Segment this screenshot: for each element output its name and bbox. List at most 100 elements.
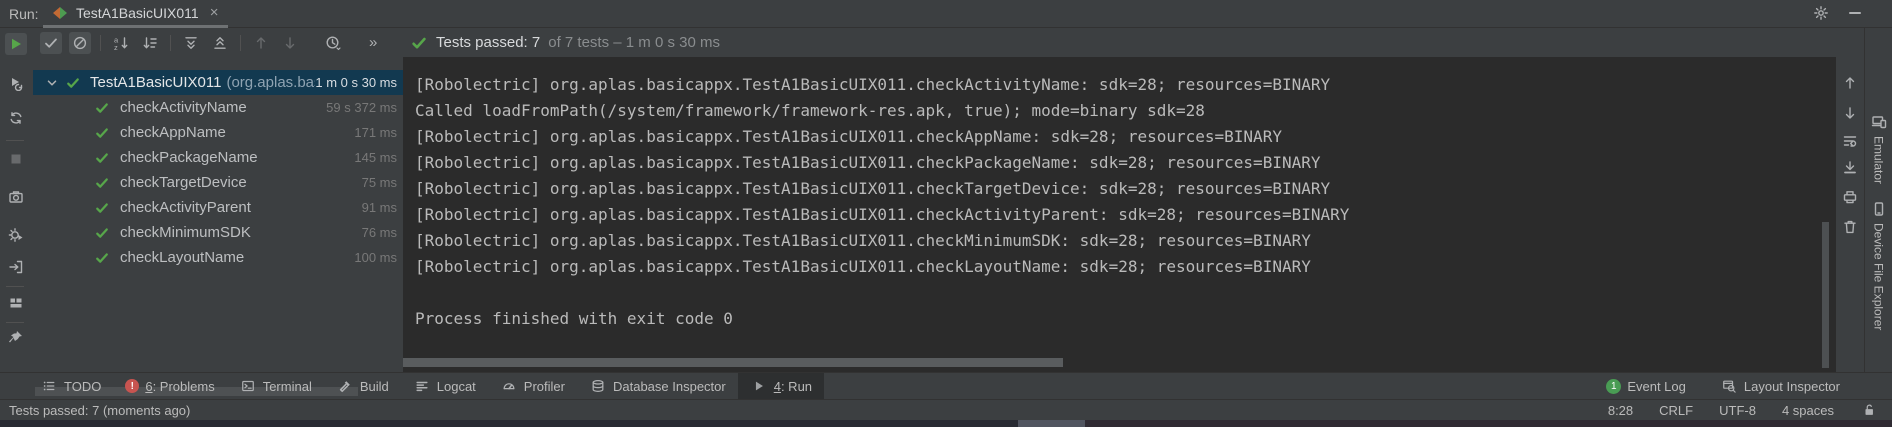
rerun-failed-tests-button[interactable] [5, 72, 27, 94]
test-history-button[interactable] [322, 32, 344, 54]
sort-by-duration-button[interactable] [139, 32, 161, 54]
file-encoding[interactable]: UTF-8 [1719, 403, 1756, 418]
tool-window-button-build[interactable]: Build [324, 373, 401, 399]
test-row[interactable]: checkActivityName 59 s 372 ms [33, 95, 403, 120]
attach-profiler-button[interactable] [5, 224, 27, 246]
run-main: az » Tests passed: 7 of 7 tests – 1 m 0 … [0, 28, 1892, 372]
layout-inspector-icon [1720, 377, 1738, 395]
tool-window-button-todo[interactable]: TODO [28, 373, 113, 399]
test-row[interactable]: checkLayoutName 100 ms [33, 245, 403, 270]
test-passed-icon [93, 124, 111, 142]
tool-window-button-problems[interactable]: ! 6: Problems [113, 373, 226, 399]
rerun-failed-icon [7, 74, 25, 92]
console-vertical-scrollbar[interactable] [1822, 222, 1829, 368]
os-taskbar-edge [0, 420, 1892, 427]
tab-close-icon[interactable]: × [210, 5, 219, 20]
expand-all-button[interactable] [180, 32, 202, 54]
test-row[interactable]: checkPackageName 145 ms [33, 145, 403, 170]
test-duration: 76 ms [362, 225, 403, 240]
expand-all-icon [182, 34, 200, 52]
run-header: Run: TestA1BasicUIX011 × [0, 0, 1892, 28]
profiler-icon [500, 377, 518, 395]
bottom-bar-items: TODO ! 6: Problems Terminal Build Logcat [28, 373, 824, 399]
soft-wrap-icon[interactable] [1841, 132, 1859, 150]
problems-error-icon: ! [125, 379, 139, 393]
run-icon [750, 377, 768, 395]
tab-title: TestA1BasicUIX011 [76, 5, 199, 21]
chevron-down-icon[interactable] [43, 74, 61, 92]
event-log-button[interactable]: 1 Event Log [1594, 379, 1698, 394]
run-tool-window: Run: TestA1BasicUIX011 × az [0, 0, 1892, 427]
tool-strip-emulator[interactable]: Emulator [1865, 113, 1892, 184]
toggle-auto-test-button[interactable] [5, 107, 27, 129]
console-output[interactable]: [Robolectric] org.aplas.basicappx.TestA1… [415, 72, 1349, 332]
caret-position[interactable]: 8:28 [1608, 403, 1633, 418]
build-icon [336, 377, 354, 395]
line-ending[interactable]: CRLF [1659, 403, 1693, 418]
test-passed-icon [93, 149, 111, 167]
test-toolbar: az » [37, 28, 403, 57]
indent-setting[interactable]: 4 spaces [1782, 403, 1834, 418]
collapse-all-button[interactable] [209, 32, 231, 54]
device-icon [1870, 200, 1888, 218]
clock-icon [324, 34, 342, 52]
scroll-down-icon[interactable] [1841, 104, 1859, 122]
clear-all-icon[interactable] [1841, 218, 1859, 236]
tool-window-button-logcat[interactable]: Logcat [401, 373, 488, 399]
console-horizontal-scrollbar[interactable] [403, 358, 1063, 367]
tool-strip-device-file-explorer[interactable]: Device File Explorer [1865, 200, 1892, 330]
test-passed-icon [93, 249, 111, 267]
show-ignored-toggle[interactable] [69, 32, 91, 54]
test-duration: 171 ms [354, 125, 403, 140]
test-row[interactable]: checkMinimumSDK 76 ms [33, 220, 403, 245]
tab-test-run[interactable]: TestA1BasicUIX011 × [43, 0, 228, 28]
root-test-package: (org.aplas.basi [226, 74, 315, 91]
next-failed-test-button[interactable] [279, 32, 301, 54]
test-name: checkTargetDevice [120, 174, 247, 191]
hide-window-icon[interactable] [1846, 4, 1864, 22]
summary-strong: Tests passed: 7 [436, 34, 540, 51]
tool-window-button-databaseinspector[interactable]: Database Inspector [577, 373, 738, 399]
screenshot-button[interactable] [5, 186, 27, 208]
import-tests-button[interactable] [5, 256, 27, 278]
tool-window-button-run[interactable]: 4: Run [738, 373, 824, 399]
sort-alphabetically-button[interactable]: az [110, 32, 132, 54]
circle-slash-icon [71, 34, 89, 52]
collapse-all-icon [211, 34, 229, 52]
sort-duration-icon [141, 34, 159, 52]
arrow-up-icon [252, 34, 270, 52]
pin-tab-button[interactable] [5, 326, 27, 348]
svg-text:z: z [114, 43, 118, 51]
test-name: checkActivityName [120, 99, 247, 116]
test-name: checkPackageName [120, 149, 258, 166]
camera-icon [7, 188, 25, 206]
tool-window-button-profiler[interactable]: Profiler [488, 373, 577, 399]
toolbar-overflow-icon[interactable]: » [369, 34, 377, 51]
test-row[interactable]: checkAppName 171 ms [33, 120, 403, 145]
arrow-down-icon [281, 34, 299, 52]
event-log-label: Event Log [1627, 379, 1686, 394]
rerun-button[interactable] [5, 33, 27, 55]
status-bar: Tests passed: 7 (moments ago) 8:28 CRLF … [0, 399, 1892, 420]
test-tree: TestA1BasicUIX011 (org.aplas.basi 1 m 0 … [33, 57, 403, 372]
unlock-icon[interactable] [1860, 401, 1878, 419]
tool-window-button-terminal[interactable]: Terminal [227, 373, 324, 399]
console-panel[interactable]: [Robolectric] org.aplas.basicappx.TestA1… [403, 57, 1836, 372]
pin-icon [7, 328, 25, 346]
layout-inspector-button[interactable]: Layout Inspector [1708, 377, 1852, 395]
refresh-icon [7, 109, 25, 127]
test-row[interactable]: checkActivityParent 91 ms [33, 195, 403, 220]
layout-settings-button[interactable] [5, 292, 27, 314]
tree-root-row[interactable]: TestA1BasicUIX011 (org.aplas.basi 1 m 0 … [33, 70, 403, 95]
test-row[interactable]: checkTargetDevice 75 ms [33, 170, 403, 195]
previous-failed-test-button[interactable] [250, 32, 272, 54]
scroll-up-icon[interactable] [1841, 74, 1859, 92]
gear-icon[interactable] [1812, 4, 1830, 22]
show-passed-toggle[interactable] [40, 32, 62, 54]
status-message[interactable]: Tests passed: 7 (moments ago) [9, 403, 190, 418]
tool-strip-label: Device File Explorer [1872, 223, 1886, 330]
scroll-to-end-icon[interactable] [1841, 159, 1859, 177]
stop-button[interactable] [5, 148, 27, 170]
check-icon [42, 34, 60, 52]
print-icon[interactable] [1841, 188, 1859, 206]
